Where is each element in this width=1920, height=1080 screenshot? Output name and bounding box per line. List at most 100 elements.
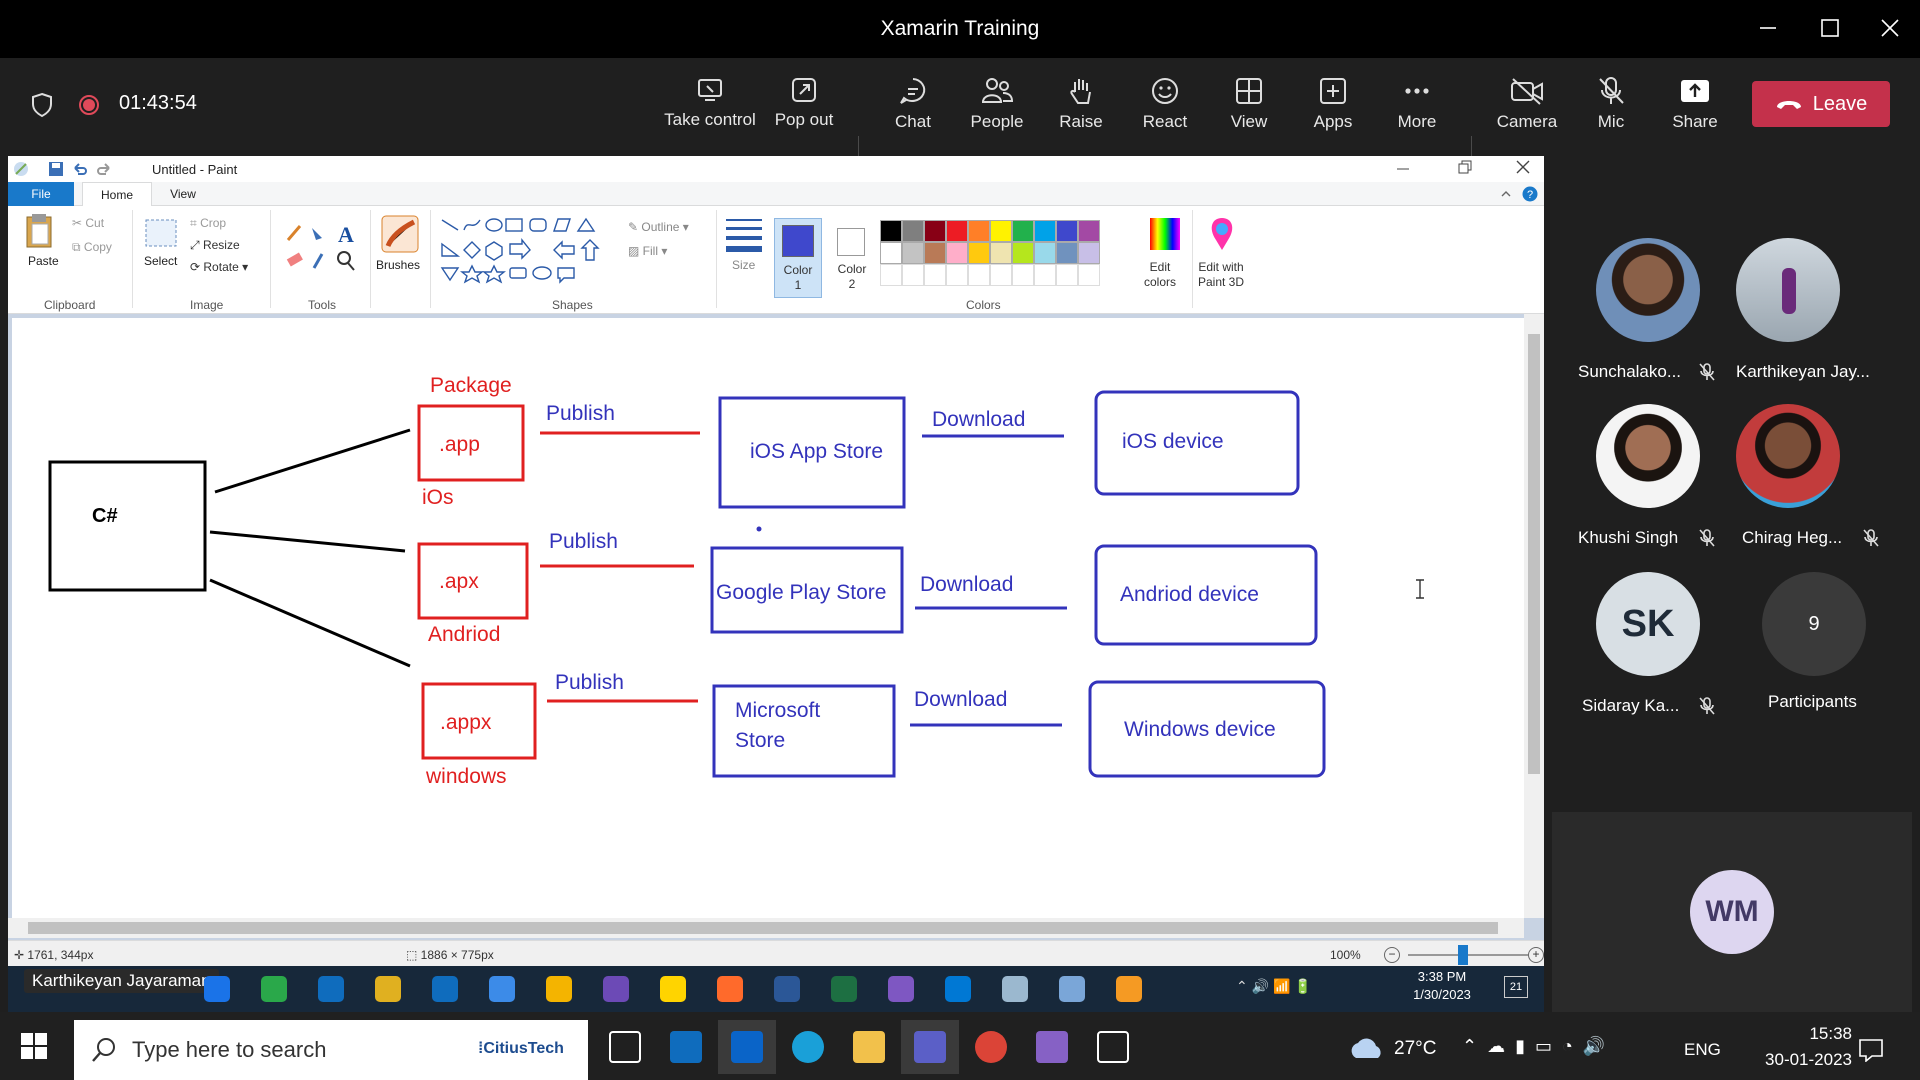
palette-swatch[interactable]: [902, 242, 924, 264]
tools-icons[interactable]: A: [284, 220, 360, 274]
tab-home[interactable]: Home: [82, 182, 152, 207]
collapse-ribbon-icon[interactable]: [1500, 188, 1512, 200]
camera-button[interactable]: Camera: [1485, 76, 1569, 146]
take-control-button[interactable]: Take control: [664, 76, 756, 146]
help-icon[interactable]: ?: [1522, 186, 1538, 202]
fill-button[interactable]: ▨ Fill ▾: [628, 244, 667, 258]
resize-button[interactable]: ⤢ Resize: [190, 238, 240, 253]
close-button[interactable]: [1868, 8, 1912, 48]
minimize-button[interactable]: [1746, 8, 1790, 48]
save-icon[interactable]: [48, 161, 64, 177]
custom-color-slot[interactable]: [880, 264, 902, 286]
undo-icon[interactable]: [72, 161, 88, 177]
edit-3d-label[interactable]: Edit with Paint 3D: [1198, 260, 1244, 290]
zoom-in-button[interactable]: +: [1528, 947, 1544, 963]
custom-color-slot[interactable]: [1012, 264, 1034, 286]
cut-button[interactable]: ✂ Cut: [72, 216, 104, 230]
palette-swatch[interactable]: [1056, 220, 1078, 242]
edit-colors-label[interactable]: Edit colors: [1144, 260, 1176, 290]
self-video-tile[interactable]: WM: [1552, 812, 1912, 1012]
paint-minimize-icon[interactable]: [1396, 162, 1410, 176]
paint-close-icon[interactable]: [1516, 160, 1530, 174]
color1-button[interactable]: Color 1: [774, 218, 822, 298]
zoom-slider[interactable]: [1408, 954, 1528, 956]
zoom-slider-thumb[interactable]: [1458, 945, 1468, 965]
mic-button[interactable]: Mic: [1569, 76, 1653, 146]
taskbar-app-button[interactable]: [657, 1020, 715, 1074]
participant-5-initials[interactable]: SK: [1596, 572, 1700, 676]
palette-swatch[interactable]: [968, 242, 990, 264]
color2-button[interactable]: Color 2: [830, 218, 874, 298]
select-label[interactable]: Select: [144, 254, 177, 268]
palette-swatch[interactable]: [1034, 242, 1056, 264]
custom-color-slot[interactable]: [1056, 264, 1078, 286]
taskbar-clock[interactable]: 15:38 30-01-2023: [1752, 1024, 1852, 1070]
tab-file[interactable]: File: [8, 182, 74, 206]
palette-swatch[interactable]: [880, 242, 902, 264]
react-button[interactable]: React: [1123, 76, 1207, 146]
view-button[interactable]: View: [1207, 76, 1291, 146]
participant-4-avatar[interactable]: [1736, 404, 1840, 508]
horizontal-scrollbar[interactable]: [8, 918, 1524, 938]
participant-1-avatar[interactable]: [1596, 238, 1700, 342]
taskbar-app-button[interactable]: [1023, 1020, 1081, 1074]
palette-swatch[interactable]: [946, 220, 968, 242]
palette-swatch[interactable]: [924, 220, 946, 242]
horizontal-scroll-thumb[interactable]: [28, 922, 1498, 934]
system-tray-icons[interactable]: ⌃☁▮▭◔🔊: [1462, 1036, 1615, 1057]
paint-restore-icon[interactable]: [1458, 160, 1472, 174]
leave-button[interactable]: Leave: [1752, 81, 1890, 127]
tab-view[interactable]: View: [158, 182, 208, 206]
redo-icon[interactable]: [96, 161, 112, 177]
palette-swatch[interactable]: [1012, 220, 1034, 242]
palette-swatch[interactable]: [1078, 220, 1100, 242]
paste-label[interactable]: Paste: [28, 254, 59, 268]
raise-hand-button[interactable]: Raise: [1039, 76, 1123, 146]
vertical-scrollbar[interactable]: [1524, 314, 1544, 918]
custom-color-slot[interactable]: [902, 264, 924, 286]
input-language[interactable]: ENG: [1684, 1040, 1721, 1060]
notification-center-icon[interactable]: [1858, 1038, 1884, 1062]
share-button[interactable]: Share: [1653, 76, 1737, 146]
palette-swatch[interactable]: [902, 220, 924, 242]
windows-start-icon[interactable]: [20, 1032, 48, 1060]
palette-swatch[interactable]: [990, 220, 1012, 242]
taskbar-app-button[interactable]: [718, 1020, 776, 1074]
participant-3-avatar[interactable]: [1596, 404, 1700, 508]
custom-color-slot[interactable]: [968, 264, 990, 286]
taskbar-app-button[interactable]: [596, 1020, 654, 1074]
palette-swatch[interactable]: [1056, 242, 1078, 264]
zoom-out-button[interactable]: −: [1384, 947, 1400, 963]
taskbar-app-button[interactable]: [779, 1020, 837, 1074]
palette-swatch[interactable]: [1034, 220, 1056, 242]
shapes-gallery[interactable]: [440, 216, 616, 286]
custom-color-slot[interactable]: [924, 264, 946, 286]
taskbar-app-button[interactable]: [962, 1020, 1020, 1074]
paste-icon[interactable]: [24, 212, 54, 248]
outline-button[interactable]: ✎ Outline ▾: [628, 220, 689, 234]
crop-button[interactable]: ⌗ Crop: [190, 216, 226, 231]
palette-swatch[interactable]: [924, 242, 946, 264]
vertical-scroll-thumb[interactable]: [1528, 334, 1540, 774]
size-label[interactable]: Size: [732, 258, 755, 272]
taskbar-app-button[interactable]: [901, 1020, 959, 1074]
rotate-button[interactable]: ⟳ Rotate ▾: [190, 260, 248, 274]
custom-color-slot[interactable]: [990, 264, 1012, 286]
palette-swatch[interactable]: [1078, 242, 1100, 264]
size-icon[interactable]: [724, 216, 764, 252]
brushes-label[interactable]: Brushes: [376, 258, 420, 272]
chat-button[interactable]: Chat: [871, 76, 955, 146]
edit-colors-icon[interactable]: [1148, 216, 1182, 252]
palette-swatch[interactable]: [990, 242, 1012, 264]
custom-color-slot[interactable]: [1078, 264, 1100, 286]
paint-3d-icon[interactable]: [1204, 214, 1240, 254]
custom-color-slot[interactable]: [1034, 264, 1056, 286]
participant-2-avatar[interactable]: [1736, 238, 1840, 342]
drawing-canvas[interactable]: C# Package .app iOs Publish iOS App Stor…: [12, 318, 1524, 918]
pop-out-button[interactable]: Pop out: [762, 76, 846, 146]
people-button[interactable]: People: [955, 76, 1039, 146]
copy-button[interactable]: ⧉ Copy: [72, 240, 112, 255]
taskbar-app-button[interactable]: [840, 1020, 898, 1074]
apps-button[interactable]: Apps: [1291, 76, 1375, 146]
participant-count[interactable]: 9: [1762, 572, 1866, 676]
